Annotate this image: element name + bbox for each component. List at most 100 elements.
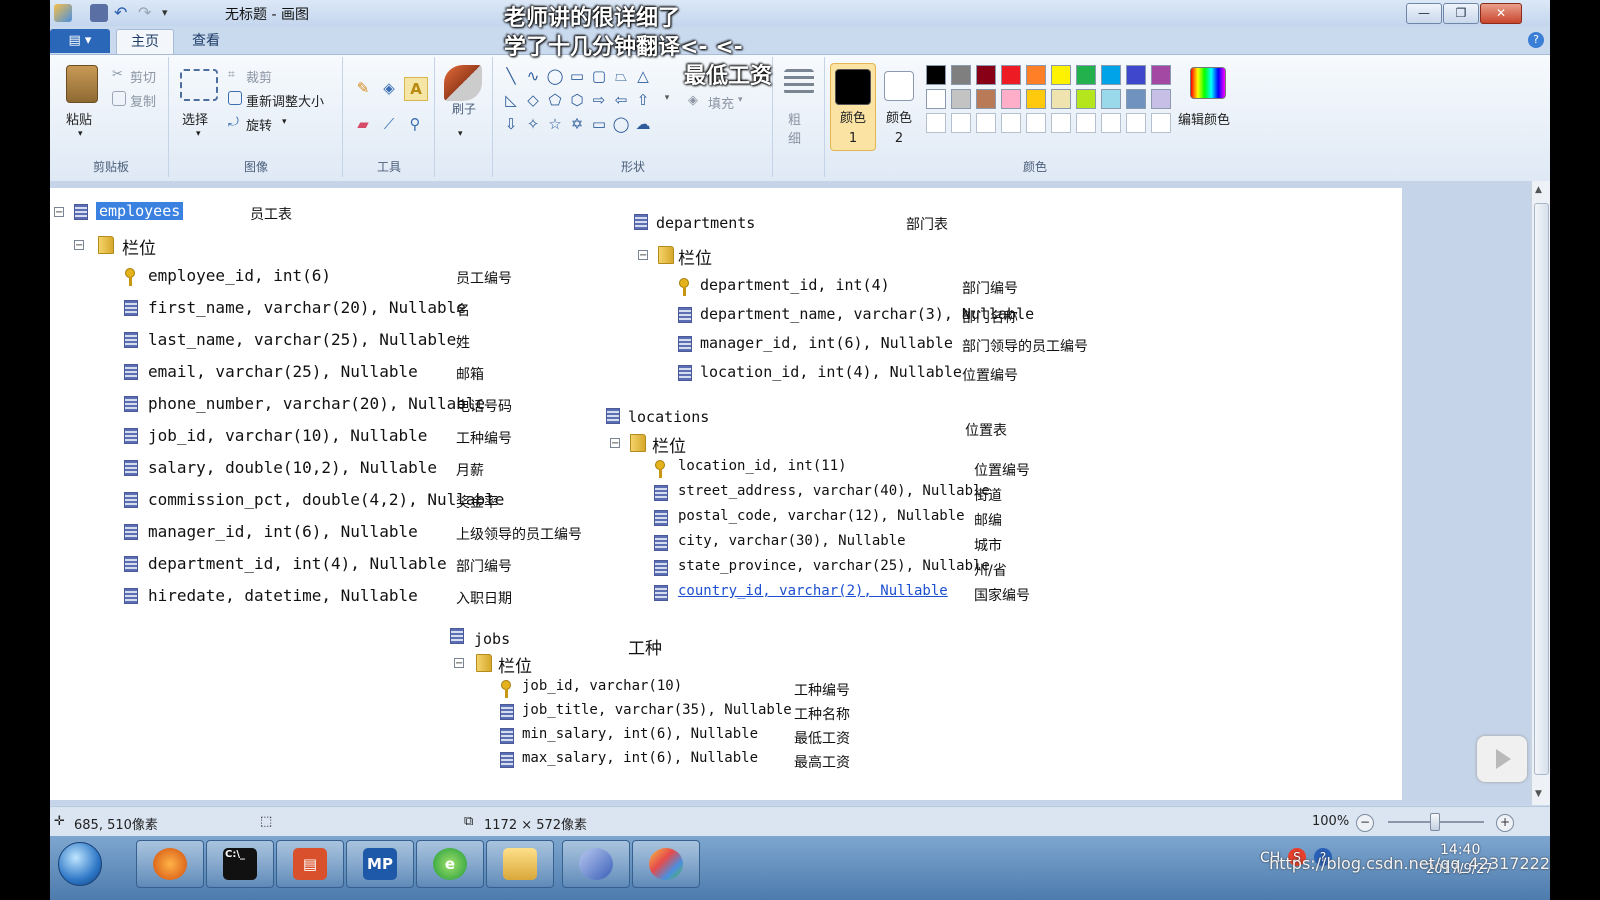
fill-bucket-icon[interactable]: ◈ xyxy=(378,77,400,99)
custom-color-slot[interactable] xyxy=(1076,113,1096,133)
palette-swatch[interactable] xyxy=(1151,89,1171,109)
palette-swatch[interactable] xyxy=(926,65,946,85)
magnifier-icon[interactable]: ⚲ xyxy=(404,113,426,135)
callout-oval-shape-icon[interactable]: ◯ xyxy=(610,113,632,135)
paste-icon[interactable] xyxy=(66,65,98,103)
custom-color-slot[interactable] xyxy=(1101,113,1121,133)
down-arrow-shape-icon[interactable]: ⇩ xyxy=(500,113,522,135)
polygon-shape-icon[interactable]: ⏢ xyxy=(610,65,632,87)
tree-toggle[interactable]: − xyxy=(454,658,464,669)
rotate-button[interactable]: 旋转 xyxy=(246,115,272,134)
maximize-button[interactable]: ❐ xyxy=(1443,3,1479,24)
zoom-slider-thumb[interactable] xyxy=(1430,813,1440,831)
zoom-out-button[interactable]: − xyxy=(1356,814,1374,832)
right-arrow-shape-icon[interactable]: ⇨ xyxy=(588,89,610,111)
palette-swatch[interactable] xyxy=(1001,89,1021,109)
undo-icon[interactable]: ↶ xyxy=(114,4,132,22)
palette-swatch[interactable] xyxy=(926,89,946,109)
color2-label[interactable]: 颜色 2 xyxy=(884,109,914,149)
tree-toggle[interactable]: − xyxy=(54,207,64,218)
palette-swatch[interactable] xyxy=(1076,65,1096,85)
scroll-down-icon[interactable]: ▼ xyxy=(1535,789,1542,799)
minimize-button[interactable]: — xyxy=(1406,3,1442,24)
custom-color-slot[interactable] xyxy=(976,113,996,133)
rectangle-shape-icon[interactable]: ▭ xyxy=(566,65,588,87)
palette-swatch[interactable] xyxy=(1051,89,1071,109)
curve-shape-icon[interactable]: ∿ xyxy=(522,65,544,87)
custom-color-slot[interactable] xyxy=(1026,113,1046,133)
paste-button[interactable]: 粘贴 xyxy=(66,109,92,128)
palette-swatch[interactable] xyxy=(1076,89,1096,109)
resize-button[interactable]: 重新调整大小 xyxy=(246,91,324,110)
help-icon[interactable]: ? xyxy=(1528,32,1544,48)
pencil-icon[interactable]: ✎ xyxy=(352,77,374,99)
pentagon-shape-icon[interactable]: ⬠ xyxy=(544,89,566,111)
star4-shape-icon[interactable]: ✧ xyxy=(522,113,544,135)
palette-swatch[interactable] xyxy=(1026,65,1046,85)
palette-swatch[interactable] xyxy=(1026,89,1046,109)
palette-swatch[interactable] xyxy=(951,89,971,109)
triangle-shape-icon[interactable]: △ xyxy=(632,65,654,87)
select-button[interactable]: 选择 xyxy=(182,109,208,128)
taskbar-mp[interactable]: MP xyxy=(346,840,414,888)
left-arrow-shape-icon[interactable]: ⇦ xyxy=(610,89,632,111)
start-button[interactable] xyxy=(58,842,102,886)
fill-button[interactable]: 填充 xyxy=(708,93,734,112)
scrollbar-thumb[interactable] xyxy=(1534,203,1549,775)
palette-swatch[interactable] xyxy=(951,65,971,85)
size-lines-icon[interactable] xyxy=(784,69,814,95)
paste-dropdown-icon[interactable]: ▾ xyxy=(78,129,83,139)
diamond-shape-icon[interactable]: ◇ xyxy=(522,89,544,111)
palette-swatch[interactable] xyxy=(1101,65,1121,85)
rotate-dropdown-icon[interactable]: ▾ xyxy=(282,117,287,127)
color2-swatch[interactable] xyxy=(884,71,914,101)
eraser-icon[interactable]: ▰ xyxy=(352,113,374,135)
palette-swatch[interactable] xyxy=(1051,65,1071,85)
palette-swatch[interactable] xyxy=(1126,89,1146,109)
line-shape-icon[interactable]: ╲ xyxy=(500,65,522,87)
tree-toggle[interactable]: − xyxy=(610,438,620,449)
select-icon[interactable] xyxy=(180,69,218,101)
copy-button[interactable]: 复制 xyxy=(130,91,156,110)
tab-home[interactable]: 主页 xyxy=(116,29,174,54)
palette-swatch[interactable] xyxy=(976,65,996,85)
shapes-scroll-icon[interactable]: ▾ xyxy=(656,87,678,109)
palette-swatch[interactable] xyxy=(1151,65,1171,85)
file-menu-button[interactable]: ▤ ▾ xyxy=(50,29,110,53)
video-play-button[interactable] xyxy=(1477,736,1527,782)
brushes-dropdown-icon[interactable]: ▾ xyxy=(458,129,463,139)
vertical-scrollbar[interactable]: ▲ ▼ xyxy=(1531,181,1550,805)
callout-cloud-shape-icon[interactable]: ☁ xyxy=(632,113,654,135)
star6-shape-icon[interactable]: ✡ xyxy=(566,113,588,135)
oval-shape-icon[interactable]: ◯ xyxy=(544,65,566,87)
color-picker-icon[interactable]: ⟋ xyxy=(378,113,400,135)
hexagon-shape-icon[interactable]: ⬡ xyxy=(566,89,588,111)
custom-color-slot[interactable] xyxy=(926,113,946,133)
taskbar-cmd[interactable]: C:\_ xyxy=(206,840,274,888)
brush-icon[interactable] xyxy=(444,65,482,101)
select-dropdown-icon[interactable]: ▾ xyxy=(196,129,201,139)
fill-dropdown-icon[interactable]: ▾ xyxy=(738,95,743,105)
paint-app-icon[interactable] xyxy=(54,4,72,22)
drawing-canvas[interactable]: − employees 员工表 − 栏位 employee_id, int(6)… xyxy=(50,188,1402,800)
right-triangle-shape-icon[interactable]: ◺ xyxy=(500,89,522,111)
tree-toggle[interactable]: − xyxy=(74,240,84,251)
custom-color-slot[interactable] xyxy=(1151,113,1171,133)
star5-shape-icon[interactable]: ☆ xyxy=(544,113,566,135)
taskbar-paint[interactable] xyxy=(632,840,700,888)
callout-rect-shape-icon[interactable]: ▭ xyxy=(588,113,610,135)
taskbar-explorer[interactable] xyxy=(486,840,554,888)
palette-swatch[interactable] xyxy=(1001,65,1021,85)
edit-colors-icon[interactable] xyxy=(1190,67,1226,99)
taskbar-firefox[interactable] xyxy=(136,840,204,888)
palette-swatch[interactable] xyxy=(976,89,996,109)
custom-color-slot[interactable] xyxy=(1001,113,1021,133)
zoom-in-button[interactable]: + xyxy=(1496,814,1514,832)
redo-icon[interactable]: ↷ xyxy=(138,4,156,22)
taskbar-ie[interactable]: e xyxy=(416,840,484,888)
text-tool-icon[interactable]: A xyxy=(404,77,428,101)
save-icon[interactable] xyxy=(90,4,108,22)
scroll-up-icon[interactable]: ▲ xyxy=(1535,185,1542,195)
up-arrow-shape-icon[interactable]: ⇧ xyxy=(632,89,654,111)
cut-button[interactable]: 剪切 xyxy=(130,67,156,86)
